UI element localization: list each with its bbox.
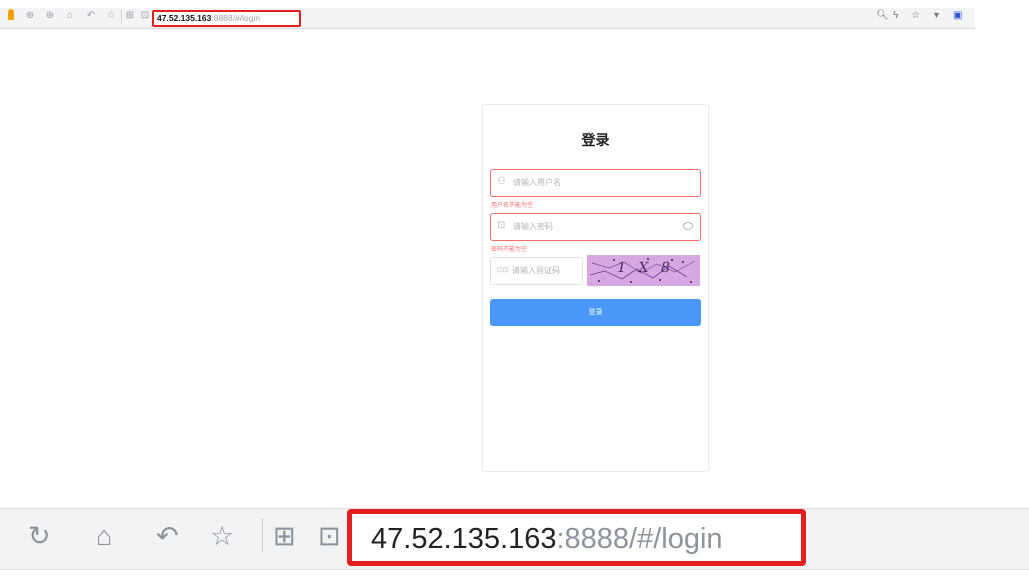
user-icon: ⚇ (497, 176, 506, 187)
shield-icon[interactable]: ⊞ (125, 11, 135, 21)
undo-icon[interactable]: ↶ (86, 11, 96, 21)
browser-toolbar: ⊕ ⊕ ⌂ ↶ ☆ ⊞ ⊡ 47.52.135.163:8888/#/login… (0, 0, 1029, 34)
zoomed-toolbar: ↻ ⌂ ↶ ☆ ⊞ ⊡ 47.52.135.163:8888/#/login (0, 496, 1029, 578)
forward-icon[interactable]: ⊕ (45, 11, 55, 21)
password-placeholder: 请输入密码 (513, 222, 553, 231)
captcha-text: 1 X 8 (615, 260, 676, 276)
lock-icon: ⊡ (318, 521, 341, 551)
login-button[interactable]: 登录 (490, 299, 701, 326)
zoomed-address-bar[interactable]: 47.52.135.163:8888/#/login (347, 509, 806, 566)
url-host: 47.52.135.163 (157, 13, 212, 23)
password-error: 密码不能为空 (491, 247, 528, 253)
browser-logo-icon (8, 9, 14, 20)
undo-icon[interactable]: ↶ (156, 521, 179, 551)
refresh-icon[interactable]: ↻ (28, 521, 51, 551)
zoomed-url-text: 47.52.135.163:8888/#/login (371, 523, 723, 556)
lightning-icon[interactable]: ϟ (893, 10, 898, 21)
login-title: 登录 (581, 132, 610, 148)
dropdown-icon[interactable]: ▾ (934, 10, 939, 21)
star-icon[interactable]: ☆ (911, 10, 920, 21)
address-bar[interactable]: 47.52.135.163:8888/#/login (152, 10, 301, 27)
captcha-input[interactable]: ⊡⊡ 请输入验证码 (490, 257, 583, 285)
username-field[interactable]: ⚇ 请输入用户名 (490, 169, 701, 197)
zoomed-url-path: :8888/#/login (556, 523, 723, 555)
lock-icon: ⊡ (497, 220, 506, 231)
extension-icon[interactable]: ▣ (953, 10, 962, 21)
captcha-icon: ⊡⊡ (497, 267, 509, 274)
captcha-placeholder: 请输入验证码 (512, 266, 560, 275)
username-placeholder: 请输入用户名 (513, 178, 561, 187)
eye-icon[interactable] (683, 222, 693, 230)
favorites-icon[interactable]: ☆ (106, 11, 116, 21)
login-card: 登录 ⚇ 请输入用户名 用户名不能为空 ⊡ 请输入密码 密码不能为空 ⊡⊡ 请输… (482, 104, 709, 472)
toolbar-divider (121, 10, 122, 24)
url-path: :8888/#/login (211, 13, 261, 23)
search-icon[interactable]: 🔍︎ (876, 10, 889, 21)
captcha-image[interactable]: 1 X 8 (587, 255, 700, 286)
username-error: 用户名不能为空 (491, 203, 534, 209)
home-icon[interactable]: ⌂ (65, 11, 75, 21)
shield-icon[interactable]: ⊞ (273, 521, 296, 551)
home-icon[interactable]: ⌂ (96, 521, 112, 551)
toolbar-divider (262, 518, 263, 552)
password-field[interactable]: ⊡ 请输入密码 (490, 213, 701, 241)
favorites-icon[interactable]: ☆ (210, 521, 234, 551)
back-icon[interactable]: ⊕ (25, 11, 35, 21)
lock-icon: ⊡ (140, 10, 150, 21)
zoomed-url-host: 47.52.135.163 (371, 523, 557, 555)
